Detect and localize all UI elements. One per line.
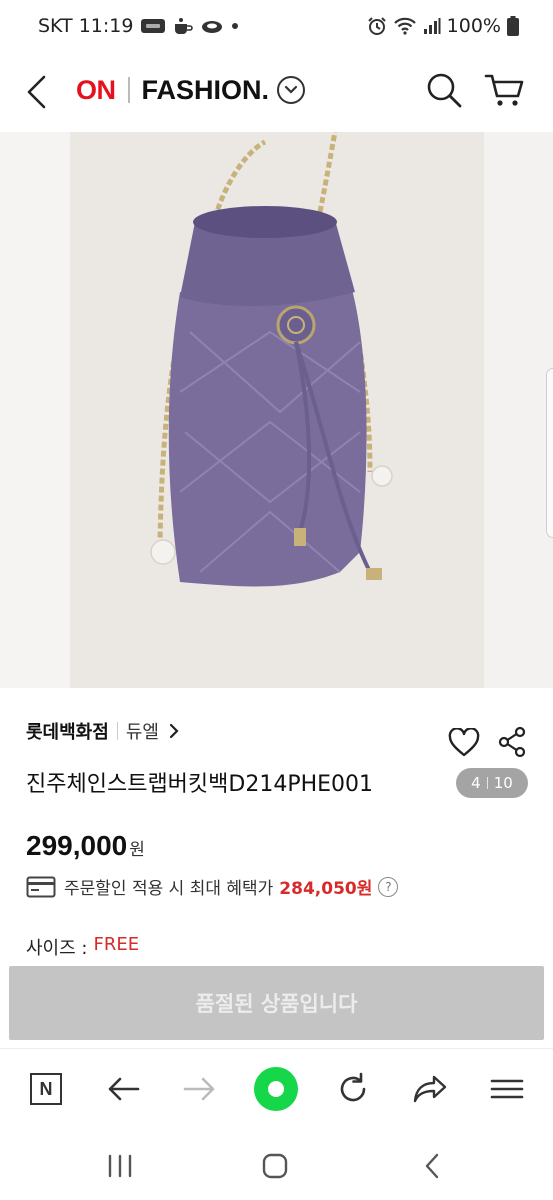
- battery-percent: 100%: [446, 15, 501, 37]
- refresh-icon: [340, 1072, 366, 1102]
- brand-divider: [116, 722, 118, 740]
- recent-apps-icon: [108, 1154, 132, 1178]
- brand-name[interactable]: 듀엘: [126, 718, 159, 744]
- battery-icon: [507, 16, 519, 36]
- search-button[interactable]: [424, 70, 464, 110]
- back-icon: [27, 75, 46, 109]
- system-back-button[interactable]: [414, 1150, 450, 1182]
- logo-fashion-text: FASHION.: [141, 74, 270, 105]
- like-button[interactable]: [448, 727, 480, 758]
- price-unit: 원: [129, 840, 145, 860]
- size-row: 사이즈 : FREE: [26, 934, 139, 960]
- wifi-icon: [393, 16, 417, 36]
- logo-divider: [127, 77, 130, 103]
- system-home-button[interactable]: [257, 1150, 293, 1182]
- benefit-label: 주문할인 적용 시 최대 혜택가: [64, 879, 274, 899]
- dot-icon: [231, 22, 239, 30]
- browser-menu-button[interactable]: [485, 1067, 529, 1111]
- edge-panel-handle[interactable]: [546, 368, 553, 538]
- share-button[interactable]: [497, 726, 527, 758]
- system-back-icon: [425, 1153, 439, 1179]
- size-value: FREE: [93, 934, 140, 955]
- bucket-bag-illustration: [150, 131, 393, 587]
- chevron-down-icon: [284, 85, 298, 94]
- soldout-button[interactable]: 품절된 상품입니다: [9, 966, 544, 1040]
- share-arrow-icon: [413, 1075, 447, 1103]
- refresh-button[interactable]: [331, 1067, 375, 1111]
- price-row: 299,000 원: [26, 830, 145, 862]
- logo-on-text: ON: [76, 74, 116, 105]
- chevron-right-icon[interactable]: [169, 723, 179, 739]
- benefit-price: 284,050원: [279, 879, 373, 899]
- product-title: 진주체인스트랩버킷백D214PHE001: [26, 772, 374, 797]
- logo-dropdown-button[interactable]: [277, 76, 306, 104]
- help-icon[interactable]: ?: [378, 876, 399, 897]
- pager-divider: [486, 777, 488, 789]
- price: 299,000: [26, 830, 128, 861]
- browser-share-button[interactable]: [408, 1067, 452, 1111]
- browser-forward-button[interactable]: [178, 1067, 222, 1111]
- share-icon: [498, 726, 526, 758]
- cloud-icon: [201, 18, 223, 34]
- menu-icon: [490, 1079, 524, 1099]
- home-dot: [268, 1081, 284, 1097]
- status-right: 100%: [367, 15, 519, 37]
- search-icon: [427, 73, 462, 108]
- browser-home-button[interactable]: [254, 1067, 298, 1111]
- image-pager: 4 10: [456, 768, 528, 798]
- app-header: ON FASHION.: [0, 56, 553, 132]
- image-left-margin: [0, 132, 70, 688]
- carrier-time: SKT 11:19: [38, 15, 134, 37]
- status-left: SKT 11:19: [38, 15, 239, 37]
- image-right-margin: [484, 132, 553, 688]
- card-icon: [26, 876, 56, 897]
- pager-total: 10: [493, 774, 513, 792]
- cart-button[interactable]: [484, 70, 526, 110]
- browser-toolbar: N: [0, 1048, 553, 1132]
- naver-home-button[interactable]: N: [24, 1067, 68, 1111]
- product-image-gallery[interactable]: 4 10: [0, 131, 553, 798]
- back-arrow-icon: [108, 1077, 140, 1101]
- pager-current: 4: [471, 774, 481, 792]
- system-nav-bar: [0, 1132, 553, 1200]
- signal-icon: [423, 17, 441, 35]
- back-button[interactable]: [20, 72, 52, 112]
- naver-n-icon: N: [30, 1073, 62, 1105]
- browser-back-button[interactable]: [101, 1067, 145, 1111]
- home-icon: [254, 1067, 298, 1111]
- system-home-icon: [262, 1153, 288, 1179]
- status-bar: SKT 11:19 100%: [0, 0, 553, 56]
- ably-app-icon: [141, 18, 166, 34]
- on-fashion-logo[interactable]: ON FASHION.: [76, 74, 306, 106]
- forward-arrow-icon: [183, 1077, 215, 1101]
- benefit-row: 주문할인 적용 시 최대 혜택가 284,050원 ?: [26, 874, 399, 899]
- alarm-icon: [367, 16, 387, 36]
- cup-icon: [173, 17, 194, 35]
- product-image[interactable]: [70, 131, 484, 688]
- heart-icon: [448, 727, 480, 757]
- cart-icon: [484, 74, 524, 106]
- recent-apps-button[interactable]: [102, 1150, 138, 1182]
- store-name[interactable]: 롯데백화점: [26, 718, 109, 744]
- size-label: 사이즈 :: [26, 938, 88, 959]
- brand-row[interactable]: 롯데백화점 듀엘: [26, 718, 179, 744]
